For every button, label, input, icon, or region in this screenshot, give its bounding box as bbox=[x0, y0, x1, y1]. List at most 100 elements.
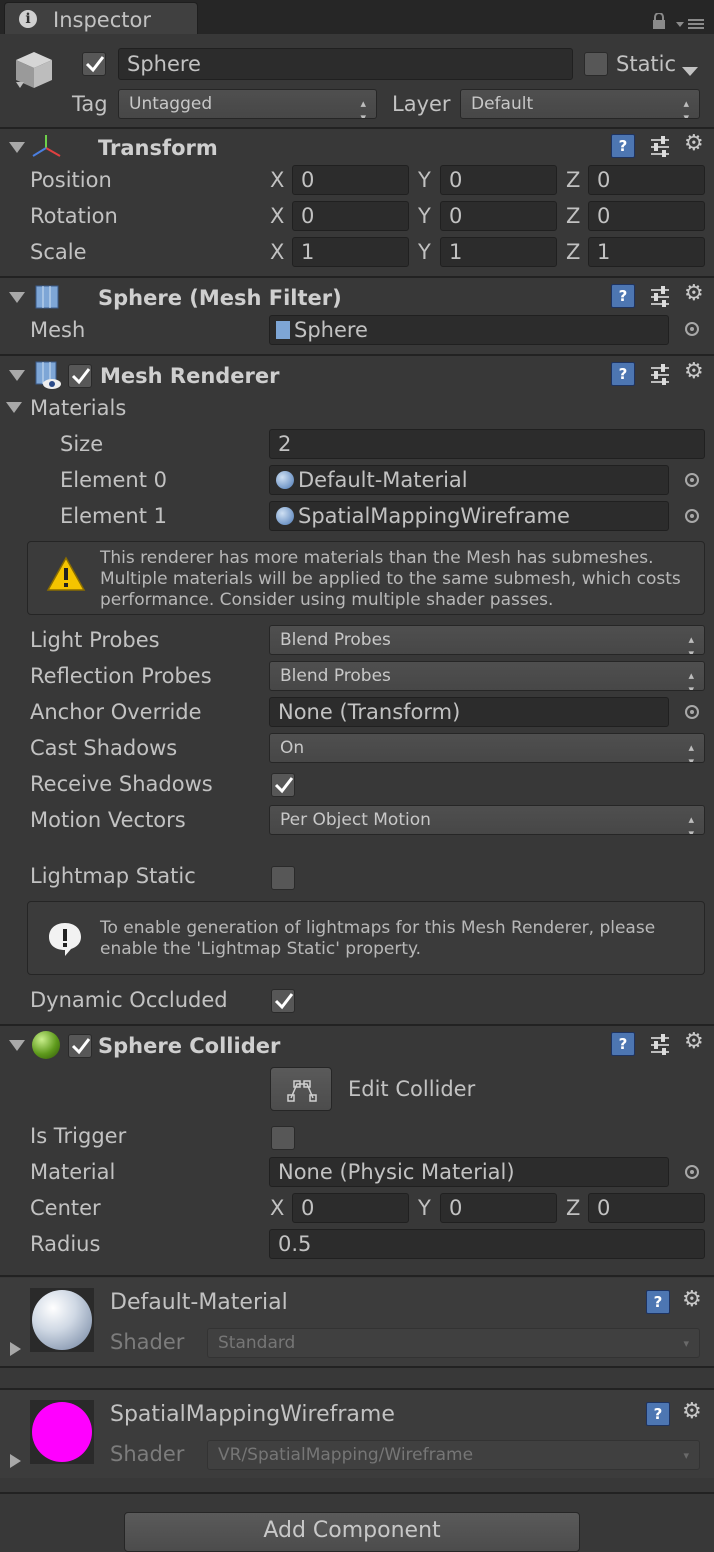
lightmap-static-checkbox[interactable] bbox=[271, 866, 295, 890]
axis-z-label: Z bbox=[566, 204, 581, 228]
material-0-preview bbox=[30, 1288, 94, 1352]
is-trigger-checkbox[interactable] bbox=[271, 1126, 295, 1150]
mesh-label: Mesh bbox=[30, 318, 86, 342]
help-icon[interactable]: ? bbox=[611, 362, 635, 386]
gear-icon[interactable]: ⚙ bbox=[684, 283, 704, 305]
static-dropdown-arrow-icon[interactable] bbox=[682, 58, 698, 76]
tab-inspector[interactable]: i Inspector bbox=[4, 2, 198, 34]
axis-y-label: Y bbox=[418, 1196, 431, 1220]
spacer bbox=[0, 1368, 714, 1388]
gear-icon[interactable]: ⚙ bbox=[684, 361, 704, 383]
tab-bar: i Inspector bbox=[0, 0, 714, 34]
is-trigger-label: Is Trigger bbox=[30, 1124, 127, 1148]
material-0-shader-label: Shader bbox=[110, 1330, 185, 1354]
divider bbox=[0, 1492, 714, 1494]
radius-input[interactable]: 0.5 bbox=[269, 1229, 705, 1259]
scale-z-input[interactable]: 1 bbox=[588, 237, 705, 267]
preset-sliders-icon[interactable] bbox=[649, 1033, 671, 1055]
motion-vectors-value: Per Object Motion bbox=[280, 810, 431, 830]
element-0-object-field[interactable]: Default-Material bbox=[269, 465, 669, 495]
help-icon[interactable]: ? bbox=[646, 1290, 670, 1314]
tag-dropdown[interactable]: Untagged ▴ ▾ bbox=[118, 89, 377, 119]
gear-icon[interactable]: ⚙ bbox=[684, 1031, 704, 1053]
rotation-x-input[interactable]: 0 bbox=[292, 201, 409, 231]
material-0-name: Default-Material bbox=[110, 1290, 288, 1315]
object-picker-icon[interactable] bbox=[685, 705, 699, 719]
mesh-filter-foldout-icon[interactable] bbox=[9, 292, 25, 303]
position-z-input[interactable]: 0 bbox=[588, 165, 705, 195]
center-z-input[interactable]: 0 bbox=[588, 1193, 705, 1223]
preset-sliders-icon[interactable] bbox=[649, 363, 671, 385]
mesh-renderer-enabled-checkbox[interactable] bbox=[68, 364, 92, 388]
size-label: Size bbox=[60, 432, 104, 456]
help-icon[interactable]: ? bbox=[646, 1402, 670, 1426]
object-picker-icon[interactable] bbox=[685, 1165, 699, 1179]
mesh-renderer-icon bbox=[34, 360, 62, 390]
gear-icon[interactable]: ⚙ bbox=[682, 1401, 702, 1423]
motion-vectors-dropdown[interactable]: Per Object Motion ▴ ▾ bbox=[269, 805, 705, 835]
active-checkbox[interactable] bbox=[82, 52, 106, 76]
center-y-input[interactable]: 0 bbox=[440, 1193, 557, 1223]
object-name-input[interactable]: Sphere bbox=[118, 48, 573, 80]
material-1-swatch bbox=[32, 1402, 92, 1462]
sphere-collider-foldout-icon[interactable] bbox=[9, 1040, 25, 1051]
tag-label: Tag bbox=[72, 92, 108, 116]
center-x-input[interactable]: 0 bbox=[292, 1193, 409, 1223]
dynamic-occluded-label: Dynamic Occluded bbox=[30, 988, 228, 1012]
preset-sliders-icon[interactable] bbox=[649, 135, 671, 157]
collider-material-field[interactable]: None (Physic Material) bbox=[269, 1157, 669, 1187]
mesh-value: Sphere bbox=[294, 318, 368, 342]
help-icon[interactable]: ? bbox=[611, 1032, 635, 1056]
material-1-foldout-icon[interactable] bbox=[10, 1454, 21, 1468]
radius-label: Radius bbox=[30, 1232, 101, 1256]
rotation-y-input[interactable]: 0 bbox=[440, 201, 557, 231]
transform-foldout-icon[interactable] bbox=[9, 142, 25, 153]
scale-label: Scale bbox=[30, 240, 87, 264]
object-picker-icon[interactable] bbox=[685, 509, 699, 523]
element-1-object-field[interactable]: SpatialMappingWireframe bbox=[269, 501, 669, 531]
axis-z-label: Z bbox=[566, 1196, 581, 1220]
position-y-input[interactable]: 0 bbox=[440, 165, 557, 195]
object-picker-icon[interactable] bbox=[685, 473, 699, 487]
cast-shadows-dropdown[interactable]: On ▴ ▾ bbox=[269, 733, 705, 763]
mesh-object-field[interactable]: Sphere bbox=[269, 315, 669, 345]
material-1-shader-dropdown[interactable]: VR/SpatialMapping/Wireframe ▾ bbox=[207, 1440, 700, 1470]
sphere-collider-enabled-checkbox[interactable] bbox=[68, 1034, 92, 1058]
materials-label: Materials bbox=[30, 396, 127, 420]
info-helpbox: To enable generation of lightmaps for th… bbox=[27, 901, 705, 975]
size-input[interactable]: 2 bbox=[269, 429, 705, 459]
divider bbox=[0, 354, 714, 356]
receive-shadows-checkbox[interactable] bbox=[271, 773, 295, 797]
position-label: Position bbox=[30, 168, 112, 192]
material-0-foldout-icon[interactable] bbox=[10, 1342, 21, 1356]
position-x-input[interactable]: 0 bbox=[292, 165, 409, 195]
reflection-probes-dropdown[interactable]: Blend Probes ▴ ▾ bbox=[269, 661, 705, 691]
layer-dropdown[interactable]: Default ▴ ▾ bbox=[460, 89, 700, 119]
help-icon[interactable]: ? bbox=[611, 134, 635, 158]
divider bbox=[0, 276, 714, 278]
gear-icon[interactable]: ⚙ bbox=[682, 1289, 702, 1311]
material-0-shader-dropdown[interactable]: Standard ▾ bbox=[207, 1328, 700, 1358]
anchor-override-field[interactable]: None (Transform) bbox=[269, 697, 669, 727]
warning-text: This renderer has more materials than th… bbox=[100, 548, 681, 610]
rotation-z-input[interactable]: 0 bbox=[588, 201, 705, 231]
scale-y-input[interactable]: 1 bbox=[440, 237, 557, 267]
updown-arrow-icon: ▴ ▾ bbox=[688, 669, 694, 691]
transform-icon bbox=[32, 134, 62, 160]
dynamic-occluded-checkbox[interactable] bbox=[271, 989, 295, 1013]
static-checkbox[interactable] bbox=[584, 52, 608, 76]
mesh-renderer-foldout-icon[interactable] bbox=[9, 370, 25, 381]
gameobject-icon bbox=[12, 48, 56, 92]
element-1-value: SpatialMappingWireframe bbox=[298, 504, 570, 528]
preset-sliders-icon[interactable] bbox=[649, 285, 671, 307]
help-icon[interactable]: ? bbox=[611, 284, 635, 308]
lock-icon[interactable] bbox=[652, 10, 666, 29]
light-probes-dropdown[interactable]: Blend Probes ▴ ▾ bbox=[269, 625, 705, 655]
scale-x-input[interactable]: 1 bbox=[292, 237, 409, 267]
gear-icon[interactable]: ⚙ bbox=[684, 133, 704, 155]
menu-icon[interactable] bbox=[676, 12, 704, 29]
materials-foldout-icon[interactable] bbox=[6, 402, 22, 413]
edit-collider-button[interactable] bbox=[270, 1067, 332, 1111]
add-component-button[interactable]: Add Component bbox=[124, 1512, 580, 1552]
object-picker-icon[interactable] bbox=[685, 322, 699, 336]
